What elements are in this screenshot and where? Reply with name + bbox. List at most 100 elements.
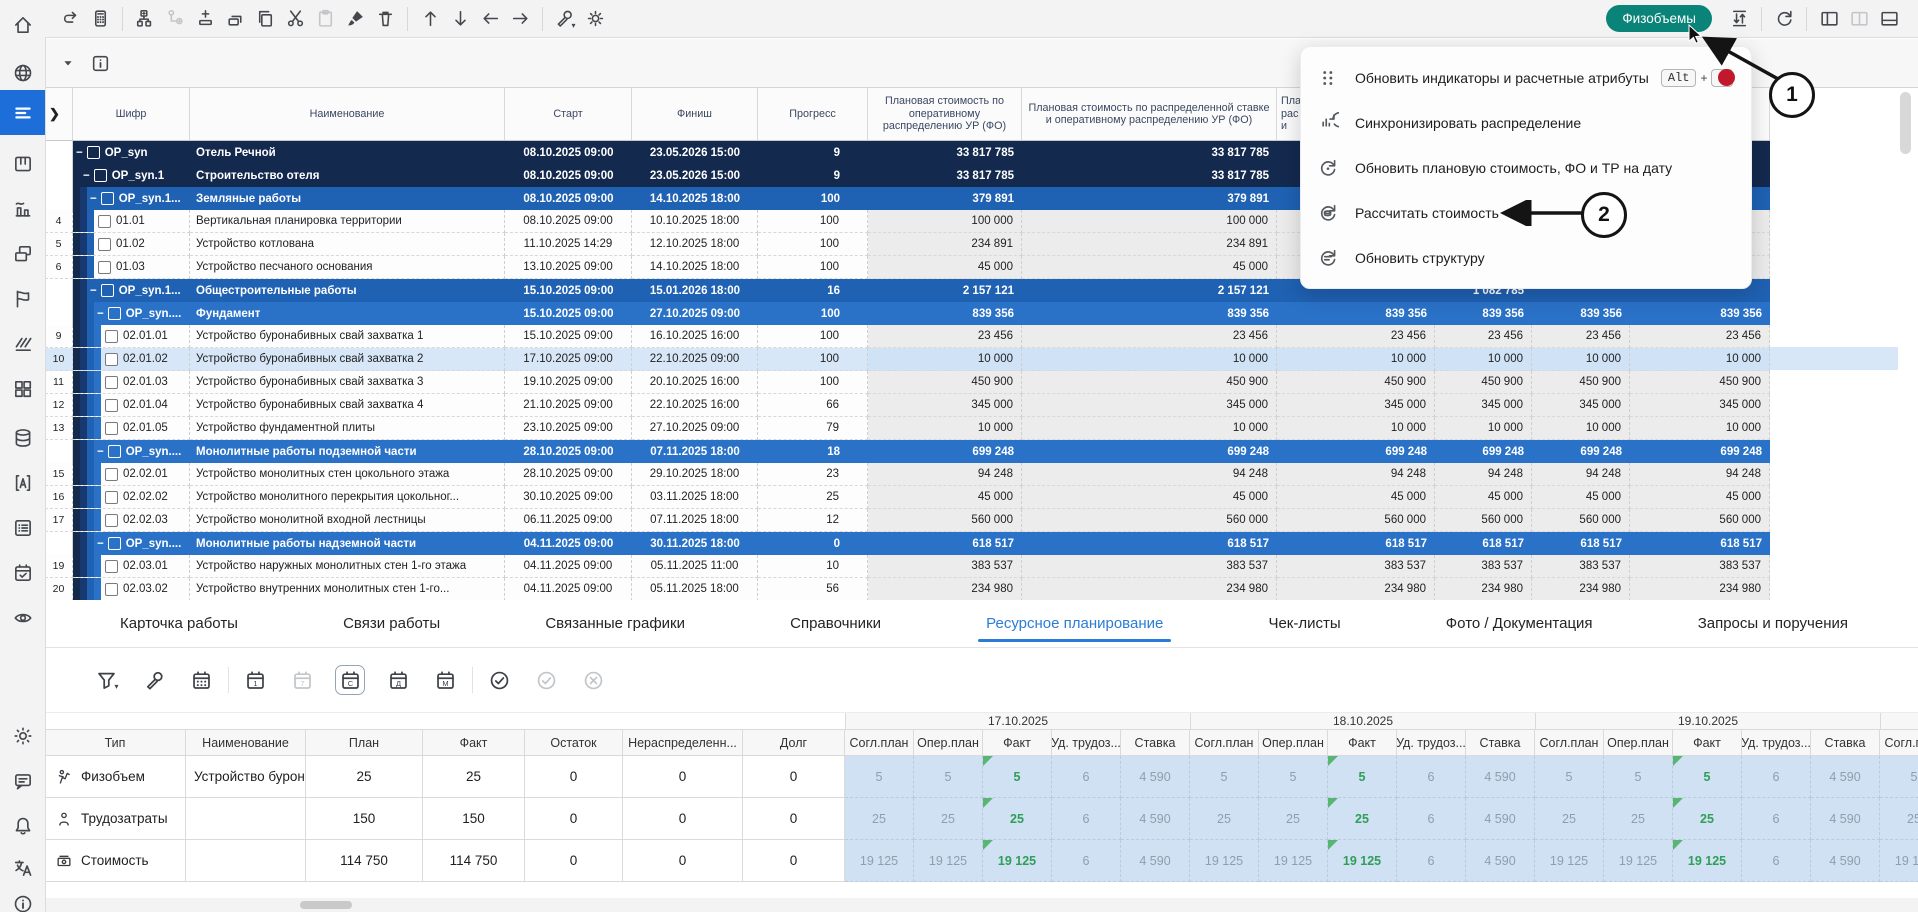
resource-column-header[interactable]: Факт [423,730,525,756]
grid-row[interactable]: 14−OP_syn....Монолитные работы подземной… [45,440,1770,463]
sidebar-database-icon[interactable] [0,419,45,457]
collapse-icon[interactable]: − [97,308,104,320]
tab-5[interactable]: Ресурсное планирование [986,600,1163,647]
arr-right-icon[interactable] [505,5,535,33]
resource-subcolumn-header[interactable]: Согл.план [1535,730,1604,756]
resource-column-header[interactable]: Нераспределенн... [623,730,743,756]
resource-column-header[interactable]: Долг [743,730,845,756]
duplicate-icon[interactable] [220,5,250,33]
row-checkbox[interactable] [98,261,111,274]
resource-subcolumn-header[interactable]: Ставка [1466,730,1535,756]
grid-column-header[interactable]: Финиш [632,88,758,140]
info-icon[interactable] [85,49,115,77]
menu-item-refresh-lines[interactable]: Обновить структуру [1301,235,1751,280]
row-checkbox[interactable] [105,330,118,343]
split-left-icon[interactable] [1814,5,1844,33]
resource-subcolumn-header[interactable]: Ставка [1121,730,1190,756]
brush-icon[interactable] [340,5,370,33]
sidebar-bracket-a-icon[interactable] [0,464,45,502]
resource-subcolumn-header[interactable]: Согл.план [1190,730,1259,756]
sidebar-translate-icon[interactable] [0,849,45,887]
trash-icon[interactable] [370,5,400,33]
tab-6[interactable]: Чек-листы [1268,600,1340,647]
collapse-icon[interactable]: − [76,147,83,159]
grid-row[interactable]: 1302.01.05Устройство фундаментной плиты2… [45,417,1770,440]
resource-subcolumn-header[interactable]: Опер.план [1259,730,1328,756]
sidebar-hatch-icon[interactable] [0,325,45,363]
resource-row[interactable]: ФизобъемУстройство буронаб252500055564 5… [45,756,1918,798]
row-checkbox[interactable] [105,468,118,481]
period-c-icon[interactable]: С [335,665,365,695]
sidebar-flag-icon[interactable] [0,280,45,318]
row-checkbox[interactable] [108,445,121,458]
resource-subcolumn-header[interactable]: Факт [1673,730,1742,756]
row-checkbox[interactable] [105,491,118,504]
grid-row[interactable]: 1502.02.01Устройство монолитных стен цок… [45,463,1770,486]
expand-all-icon[interactable]: ❯ [45,88,73,140]
period-1-icon[interactable]: 1 [241,666,269,694]
row-checkbox[interactable] [94,169,107,182]
grid-row[interactable]: 1902.03.01Устройство наружных монолитных… [45,555,1770,578]
resource-subcolumn-header[interactable]: Ставка [1811,730,1880,756]
grid-row[interactable]: 1002.01.02Устройство буронабивных свай з… [45,348,1770,371]
row-checkbox[interactable] [98,238,111,251]
resource-subcolumn-header[interactable]: Уд. трудоз... [1397,730,1466,756]
row-checkbox[interactable] [105,353,118,366]
undo-icon[interactable] [55,5,85,33]
grid-column-header[interactable]: Шифр [73,88,190,140]
resource-row[interactable]: Трудозатраты15015000025252564 5902525256… [45,798,1918,840]
resource-subcolumn-header[interactable]: Уд. трудоз... [1742,730,1811,756]
calendar-grid-icon[interactable] [187,666,215,694]
grid-column-header[interactable]: Плановая стоимость по распределенной ста… [1022,88,1277,140]
menu-item-sync-bars[interactable]: Синхронизировать распределение [1301,100,1751,145]
resource-column-header[interactable]: Остаток [525,730,623,756]
row-checkbox[interactable] [105,376,118,389]
sidebar-chat-icon[interactable] [0,762,45,800]
period-d-icon[interactable]: Д [384,666,412,694]
grid-row[interactable]: 1702.02.03Устройство монолитной входной … [45,509,1770,532]
resource-subcolumn-header[interactable]: Факт [1328,730,1397,756]
arr-up-icon[interactable] [415,5,445,33]
row-checkbox[interactable] [105,422,118,435]
resource-column-header[interactable]: Тип [45,730,186,756]
sidebar-globe-icon[interactable] [0,54,45,92]
row-checkbox[interactable] [101,284,114,297]
grid-row[interactable]: 18−OP_syn....Монолитные работы надземной… [45,532,1770,555]
sidebar-info-icon[interactable] [0,885,45,912]
collapse-icon[interactable]: − [90,193,97,205]
arr-left-icon[interactable] [475,5,505,33]
sidebar-home-icon[interactable] [0,6,45,44]
collapse-icon[interactable]: − [90,285,97,297]
row-checkbox[interactable] [87,146,100,159]
grid-row[interactable]: 1102.01.03Устройство буронабивных свай з… [45,371,1770,394]
resource-subcolumn-header[interactable]: Опер.план [914,730,983,756]
collapse-icon[interactable]: − [97,446,104,458]
tab-8[interactable]: Запросы и поручения [1698,600,1848,647]
tab-4[interactable]: Справочники [790,600,881,647]
row-checkbox[interactable] [108,537,121,550]
resource-subcolumn-header[interactable]: Опер.план [1604,730,1673,756]
resource-row[interactable]: Стоимость114 750114 75000019 12519 12519… [45,840,1918,882]
sidebar-bell-icon[interactable] [0,807,45,845]
cut-icon[interactable] [280,5,310,33]
row-add-icon[interactable] [190,5,220,33]
sidebar-calendar-check-icon[interactable] [0,554,45,592]
grid-row[interactable]: 2002.03.02Устройство внутренних монолитн… [45,578,1770,601]
grid-row[interactable]: 1602.02.02Устройство монолитного перекры… [45,486,1770,509]
arr-down-icon[interactable] [445,5,475,33]
collapse-icon[interactable]: − [83,170,90,182]
sidebar-layers-icon[interactable] [0,235,45,273]
grid-column-header[interactable]: Старт [505,88,632,140]
sidebar-list-view-icon[interactable] [0,90,45,135]
collapse-icon[interactable]: − [97,538,104,550]
resource-subcolumn-header[interactable]: Согл.план [845,730,914,756]
wrench-icon[interactable]: ▾ [550,5,580,33]
copy-icon[interactable] [250,5,280,33]
calculator-icon[interactable] [85,5,115,33]
grid-row[interactable]: 1202.01.04Устройство буронабивных свай з… [45,394,1770,417]
horizontal-scrollbar-thumb[interactable] [300,901,352,909]
row-checkbox[interactable] [101,192,114,205]
row-checkbox[interactable] [108,307,121,320]
grid-vertical-scrollbar[interactable] [1900,92,1911,154]
horizontal-scrollbar[interactable] [45,898,1918,912]
